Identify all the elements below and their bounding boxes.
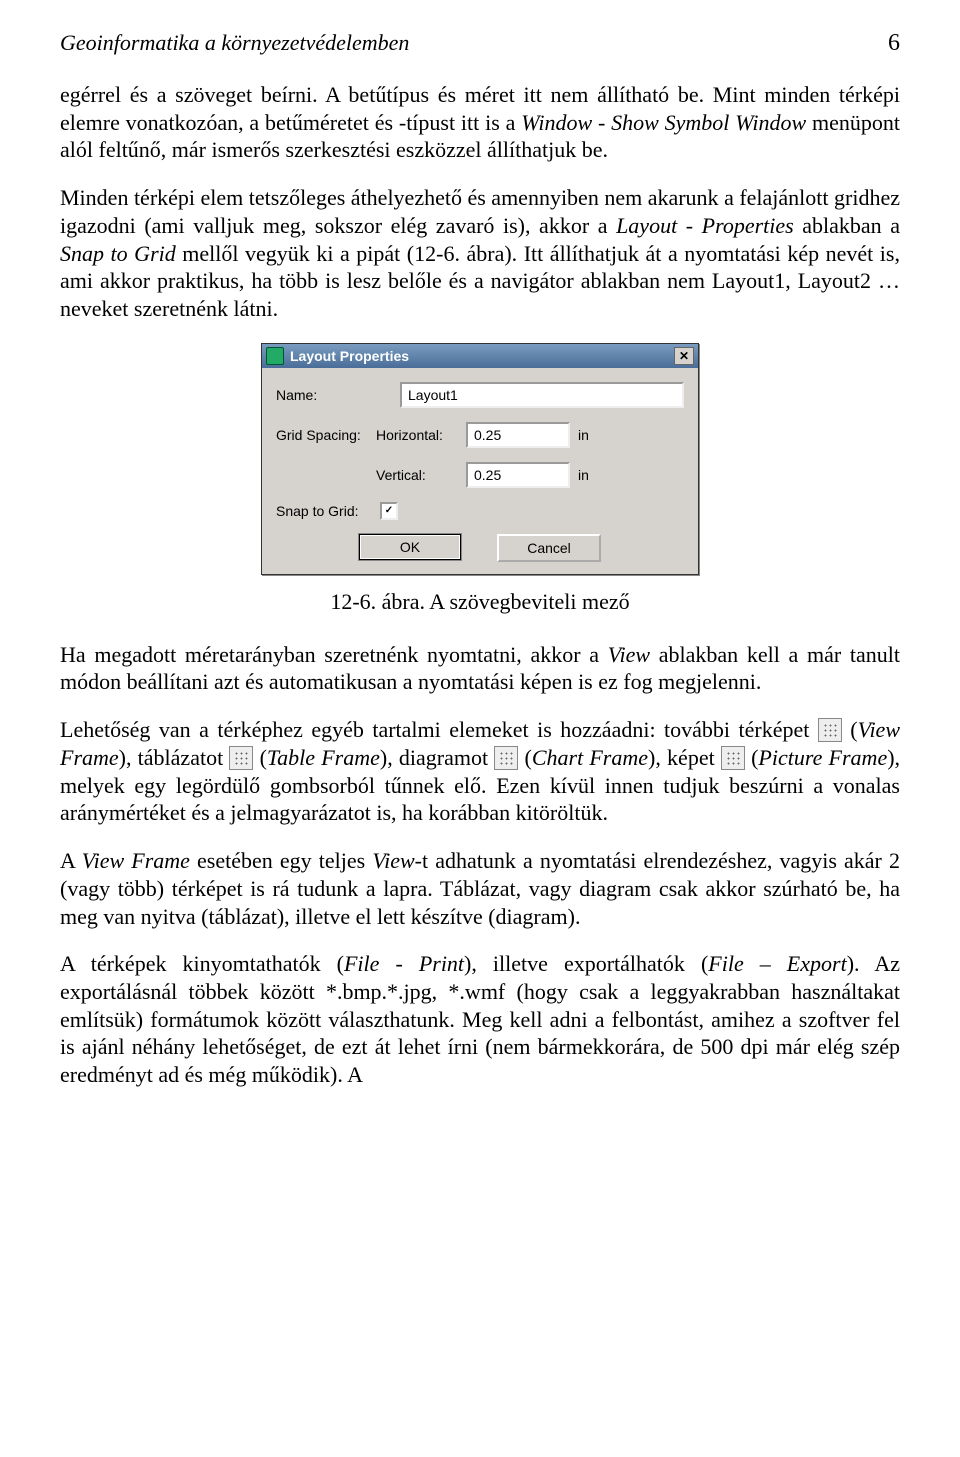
menu-path-text: Layout - Properties bbox=[616, 213, 794, 238]
header-title: Geoinformatika a környezetvédelemben bbox=[60, 30, 409, 56]
snap-to-grid-checkbox[interactable]: ✓ bbox=[380, 502, 398, 520]
paragraph-4: Lehetőség van a térképhez egyéb tartalmi… bbox=[60, 716, 900, 827]
grid-horizontal-row: Grid Spacing: Horizontal: 0.25 in bbox=[276, 422, 684, 448]
vertical-input[interactable]: 0.25 bbox=[466, 462, 570, 488]
dialog-button-row: OK Cancel bbox=[276, 534, 684, 562]
window-name-text: View bbox=[608, 642, 650, 667]
cancel-button[interactable]: Cancel bbox=[497, 534, 601, 562]
dialog-title: Layout Properties bbox=[290, 348, 674, 364]
grid-spacing-label: Grid Spacing: bbox=[276, 427, 376, 443]
snap-label: Snap to Grid: bbox=[276, 503, 376, 519]
horizontal-label: Horizontal: bbox=[376, 427, 466, 443]
option-name-text: Snap to Grid bbox=[60, 241, 176, 266]
text: ), táblázatot bbox=[119, 745, 230, 770]
dialog-body: Name: Layout1 Grid Spacing: Horizontal: … bbox=[262, 368, 698, 574]
paragraph-2: Minden térképi elem tetszőleges áthelyez… bbox=[60, 184, 900, 323]
layout-properties-dialog: Layout Properties ✕ Name: Layout1 Grid S… bbox=[261, 343, 699, 575]
text: ( bbox=[745, 745, 759, 770]
paragraph-3: Ha megadott méretarányban szeretnénk nyo… bbox=[60, 641, 900, 696]
name-value: Layout1 bbox=[408, 387, 458, 403]
snap-row: Snap to Grid: ✓ bbox=[276, 502, 684, 520]
cancel-button-label: Cancel bbox=[527, 540, 571, 556]
text: ), diagramot bbox=[380, 745, 494, 770]
text: Ha megadott méretarányban szeretnénk nyo… bbox=[60, 642, 608, 667]
ok-button-label: OK bbox=[400, 539, 420, 555]
text: A bbox=[60, 848, 82, 873]
chart-frame-icon bbox=[494, 746, 518, 770]
picture-frame-icon bbox=[721, 746, 745, 770]
name-label: Name: bbox=[276, 387, 376, 403]
frame-name-text: Table Frame bbox=[267, 745, 380, 770]
vertical-unit: in bbox=[570, 467, 608, 483]
vertical-label: Vertical: bbox=[376, 467, 466, 483]
horizontal-unit: in bbox=[570, 427, 608, 443]
document-page: Geoinformatika a környezetvédelemben 6 e… bbox=[0, 0, 960, 1149]
text: ( bbox=[253, 745, 267, 770]
menu-path-text: File - Print bbox=[344, 951, 464, 976]
horizontal-input[interactable]: 0.25 bbox=[466, 422, 570, 448]
ok-button[interactable]: OK bbox=[359, 534, 461, 560]
window-name-text: View bbox=[372, 848, 414, 873]
paragraph-5: A View Frame esetében egy teljes View-t … bbox=[60, 847, 900, 930]
text: mellől vegyük ki a pipát (12-6. ábra). I… bbox=[60, 241, 900, 321]
frame-name-text: Chart Frame bbox=[532, 745, 648, 770]
frame-name-text: Picture Frame bbox=[758, 745, 887, 770]
text: Lehetőség van a térképhez egyéb tartalmi… bbox=[60, 717, 818, 742]
table-frame-icon bbox=[229, 746, 253, 770]
menu-path-text: File – Export bbox=[708, 951, 846, 976]
app-icon bbox=[266, 347, 284, 365]
figure-caption: 12-6. ábra. A szövegbeviteli mező bbox=[60, 589, 900, 615]
check-icon: ✓ bbox=[385, 506, 393, 516]
view-frame-icon bbox=[818, 718, 842, 742]
close-button[interactable]: ✕ bbox=[674, 347, 694, 365]
grid-vertical-row: Vertical: 0.25 in bbox=[276, 462, 684, 488]
page-number: 6 bbox=[888, 30, 900, 57]
text: ( bbox=[518, 745, 532, 770]
text: ( bbox=[842, 717, 858, 742]
text: ablakban a bbox=[794, 213, 900, 238]
name-row: Name: Layout1 bbox=[276, 382, 684, 408]
menu-path-text: Window - Show Symbol Window bbox=[521, 110, 806, 135]
frame-name-text: View Frame bbox=[82, 848, 190, 873]
text: A térképek kinyomtathatók ( bbox=[60, 951, 344, 976]
paragraph-1: egérrel és a szöveget beírni. A betűtípu… bbox=[60, 81, 900, 164]
text: ), képet bbox=[648, 745, 721, 770]
text: ), illetve exportálhatók ( bbox=[464, 951, 708, 976]
paragraph-6: A térképek kinyomtathatók (File - Print)… bbox=[60, 950, 900, 1089]
vertical-value: 0.25 bbox=[474, 467, 501, 483]
close-icon: ✕ bbox=[679, 350, 689, 362]
name-input[interactable]: Layout1 bbox=[400, 382, 684, 408]
dialog-titlebar[interactable]: Layout Properties ✕ bbox=[262, 344, 698, 368]
text: esetében egy teljes bbox=[190, 848, 372, 873]
page-header: Geoinformatika a környezetvédelemben 6 bbox=[60, 30, 900, 57]
horizontal-value: 0.25 bbox=[474, 427, 501, 443]
